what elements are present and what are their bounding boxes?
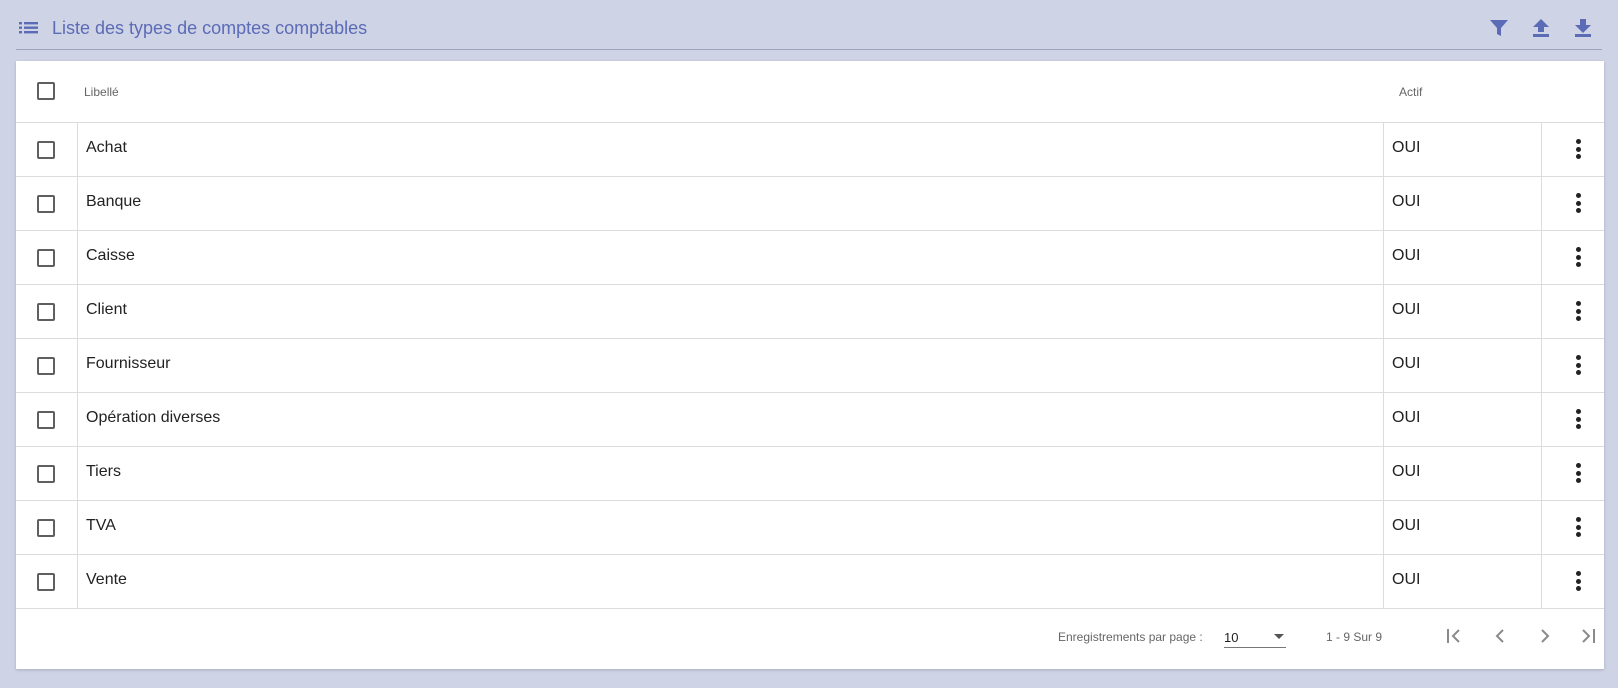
- row-checkbox[interactable]: [37, 141, 55, 159]
- row-label: Banque: [86, 193, 142, 210]
- row-label: Caisse: [86, 247, 135, 264]
- table-row[interactable]: Achat OUI: [16, 123, 1604, 177]
- filter-icon[interactable]: [1486, 15, 1512, 41]
- table-row[interactable]: Opération diverses OUI: [16, 393, 1604, 447]
- more-vert-icon[interactable]: [1568, 137, 1588, 161]
- table-row[interactable]: TVA OUI: [16, 501, 1604, 555]
- more-vert-icon[interactable]: [1568, 299, 1588, 323]
- paginator: Enregistrements par page : 10 1 - 9 Sur …: [16, 604, 1604, 669]
- table-row[interactable]: Fournisseur OUI: [16, 339, 1604, 393]
- row-label: Tiers: [86, 463, 121, 480]
- first-page-icon[interactable]: [1440, 622, 1468, 650]
- row-label: Achat: [86, 139, 127, 156]
- table-card: Libellé Actif Achat OUI Banque OUI Caiss…: [16, 61, 1604, 669]
- column-header-libelle[interactable]: Libellé: [84, 85, 119, 99]
- row-active: OUI: [1392, 463, 1421, 480]
- last-page-icon[interactable]: [1574, 622, 1602, 650]
- row-checkbox[interactable]: [37, 249, 55, 267]
- more-vert-icon[interactable]: [1568, 515, 1588, 539]
- row-active: OUI: [1392, 571, 1421, 588]
- row-label: Client: [86, 301, 127, 318]
- row-active: OUI: [1392, 247, 1421, 264]
- list-icon: [18, 17, 40, 37]
- rows-per-page-label: Enregistrements par page :: [1058, 630, 1203, 644]
- upload-icon[interactable]: [1528, 15, 1554, 41]
- row-label: Fournisseur: [86, 355, 171, 372]
- more-vert-icon[interactable]: [1568, 191, 1588, 215]
- table-row[interactable]: Client OUI: [16, 285, 1604, 339]
- rows-per-page-select[interactable]: 10: [1224, 626, 1286, 648]
- row-active: OUI: [1392, 301, 1421, 318]
- row-checkbox[interactable]: [37, 357, 55, 375]
- row-active: OUI: [1392, 193, 1421, 210]
- next-page-icon[interactable]: [1531, 622, 1559, 650]
- row-checkbox[interactable]: [37, 411, 55, 429]
- row-active: OUI: [1392, 355, 1421, 372]
- row-checkbox[interactable]: [37, 195, 55, 213]
- select-all-checkbox[interactable]: [37, 82, 55, 100]
- row-checkbox[interactable]: [37, 573, 55, 591]
- row-label: Opération diverses: [86, 409, 221, 426]
- table-header: Libellé Actif: [16, 61, 1604, 123]
- page-header: Liste des types de comptes comptables: [16, 0, 1602, 50]
- row-active: OUI: [1392, 139, 1421, 156]
- more-vert-icon[interactable]: [1568, 353, 1588, 377]
- more-vert-icon[interactable]: [1568, 407, 1588, 431]
- download-icon[interactable]: [1570, 15, 1596, 41]
- row-active: OUI: [1392, 517, 1421, 534]
- dropdown-arrow-icon: [1274, 634, 1284, 639]
- row-active: OUI: [1392, 409, 1421, 426]
- more-vert-icon[interactable]: [1568, 569, 1588, 593]
- more-vert-icon[interactable]: [1568, 461, 1588, 485]
- column-header-actif[interactable]: Actif: [1399, 85, 1422, 99]
- more-vert-icon[interactable]: [1568, 245, 1588, 269]
- rows-per-page-value: 10: [1224, 630, 1239, 645]
- range-label: 1 - 9 Sur 9: [1326, 630, 1383, 644]
- table-row[interactable]: Caisse OUI: [16, 231, 1604, 285]
- previous-page-icon[interactable]: [1486, 622, 1514, 650]
- row-checkbox[interactable]: [37, 519, 55, 537]
- page-title: Liste des types de comptes comptables: [52, 18, 368, 38]
- table-row[interactable]: Tiers OUI: [16, 447, 1604, 501]
- row-label: Vente: [86, 571, 127, 588]
- row-label: TVA: [86, 517, 116, 534]
- row-checkbox[interactable]: [37, 303, 55, 321]
- table-row[interactable]: Banque OUI: [16, 177, 1604, 231]
- table-row[interactable]: Vente OUI: [16, 555, 1604, 609]
- row-checkbox[interactable]: [37, 465, 55, 483]
